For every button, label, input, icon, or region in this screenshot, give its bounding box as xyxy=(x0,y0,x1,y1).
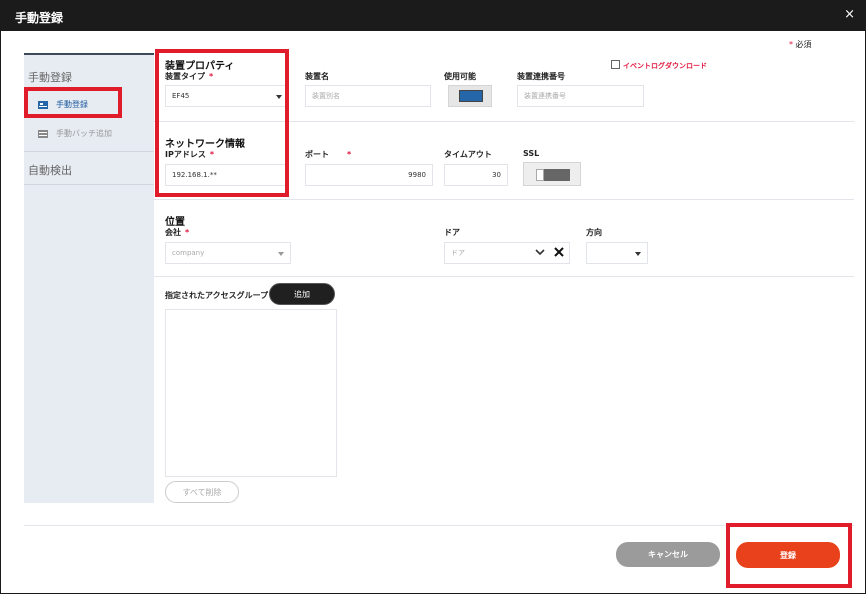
network-title: ネットワーク情報 xyxy=(165,139,245,150)
ip-input[interactable]: 192.168.1.** xyxy=(165,164,289,186)
sidebar-item-batch-add[interactable]: 手動バッチ追加 xyxy=(38,128,112,139)
dialog-title: 手動登録 xyxy=(15,11,64,25)
event-log-label[interactable]: イベントログダウンロード xyxy=(623,61,707,71)
device-type-label: 装置タイプ * xyxy=(165,72,214,81)
company-label: 会社 * xyxy=(165,228,190,237)
ssl-toggle[interactable] xyxy=(523,162,581,186)
toggle-knob xyxy=(459,90,483,102)
device-name-label: 装置名 xyxy=(305,72,329,81)
event-log-checkbox[interactable] xyxy=(611,60,620,69)
title-bar: 手動登録 × xyxy=(1,1,866,31)
timeout-label: タイムアウト xyxy=(444,150,492,159)
sidebar: 手動登録 手動登録 手動バッチ追加 自動検出 xyxy=(24,53,154,503)
direction-label: 方向 xyxy=(586,228,602,237)
register-button[interactable]: 登録 xyxy=(736,542,840,568)
sidebar-divider xyxy=(24,184,154,185)
link-number-label: 装置連携番号 xyxy=(517,72,565,81)
add-access-group-button[interactable]: 追加 xyxy=(269,283,335,305)
port-label: ポート * xyxy=(305,150,352,159)
divider xyxy=(154,276,854,277)
timeout-input[interactable]: 30 xyxy=(444,164,508,186)
chevron-down-icon[interactable] xyxy=(535,247,545,260)
required-text: 必須 xyxy=(795,40,812,49)
delete-all-button[interactable]: すべて削除 xyxy=(165,481,239,503)
sidebar-item-label: 手動バッチ追加 xyxy=(56,129,112,138)
sidebar-item-label: 手動登録 xyxy=(56,100,88,109)
caret-down-icon xyxy=(276,95,282,99)
access-group-list[interactable] xyxy=(165,309,337,477)
door-value: ドア xyxy=(451,249,465,257)
batch-icon xyxy=(38,129,48,138)
sidebar-section-auto-detect[interactable]: 自動検出 xyxy=(28,162,72,178)
device-props-title: 装置プロパティ xyxy=(165,61,235,72)
required-note: * 必須 xyxy=(789,39,812,50)
ssl-knob xyxy=(536,169,544,181)
sidebar-section-manual[interactable]: 手動登録 xyxy=(28,69,72,85)
company-value: company xyxy=(172,249,205,257)
caret-down-icon xyxy=(278,252,284,256)
door-label: ドア xyxy=(444,228,460,237)
device-type-value: EF45 xyxy=(172,92,190,100)
company-select[interactable]: company xyxy=(165,242,291,264)
door-select[interactable]: ドア xyxy=(444,242,570,264)
device-name-input[interactable]: 装置別名 xyxy=(305,85,431,107)
footer-divider xyxy=(24,525,854,526)
divider xyxy=(154,199,854,200)
card-icon xyxy=(38,100,48,109)
manual-registration-dialog: 手動登録 × * 必須 イベントログダウンロード 手動登録 手動登録 手動バッチ… xyxy=(0,0,866,594)
sidebar-item-manual-register[interactable]: 手動登録 xyxy=(38,99,88,110)
close-icon[interactable]: × xyxy=(844,7,855,22)
enabled-label: 使用可能 xyxy=(444,72,476,81)
direction-select[interactable] xyxy=(586,242,648,264)
port-input[interactable]: 9980 xyxy=(305,164,433,186)
enabled-toggle[interactable] xyxy=(448,85,492,107)
caret-down-icon xyxy=(635,252,641,256)
required-mark: * xyxy=(789,40,793,49)
access-group-title: 指定されたアクセスグループ xyxy=(165,291,269,300)
link-number-input[interactable]: 装置連携番号 xyxy=(517,85,644,107)
device-type-select[interactable]: EF45 xyxy=(165,85,289,107)
location-title: 位置 xyxy=(165,217,185,228)
ip-label: IPアドレス * xyxy=(165,150,215,159)
ssl-label: SSL xyxy=(523,149,540,158)
divider xyxy=(154,121,854,122)
cancel-button[interactable]: キャンセル xyxy=(616,542,720,567)
sidebar-divider xyxy=(24,151,154,152)
clear-icon[interactable] xyxy=(554,247,564,259)
